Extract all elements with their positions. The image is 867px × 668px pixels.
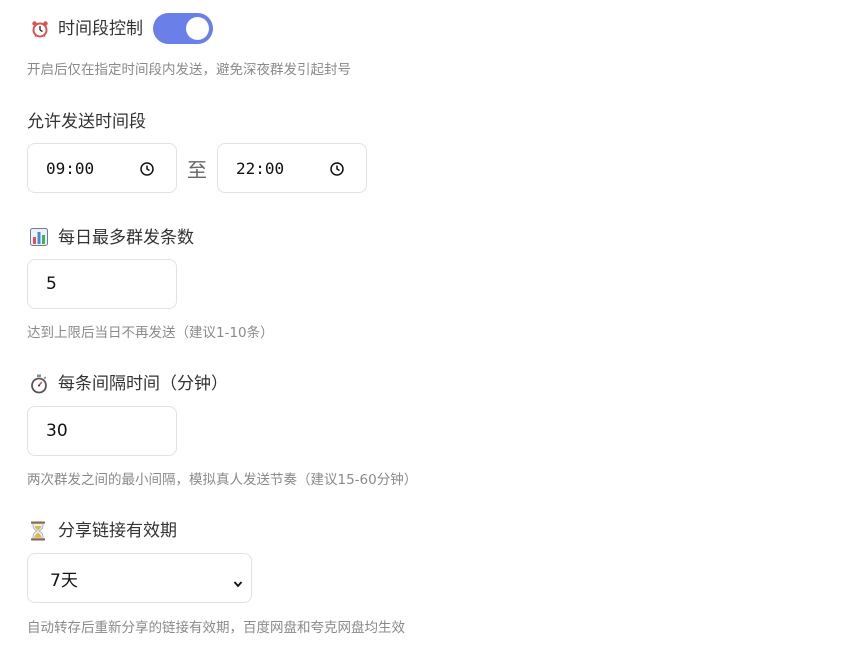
- interval-help: 两次群发之间的最小间隔，模拟真人发送节奏（建议15-60分钟）: [27, 472, 418, 488]
- hourglass-icon: [30, 521, 50, 541]
- daily-limit-label: 每日最多群发条数: [30, 227, 194, 249]
- time-range-separator: 至: [187, 158, 207, 182]
- time-control-title: 时间段控制: [58, 19, 143, 39]
- toggle-knob: [186, 17, 209, 40]
- end-time-value: 22:00: [236, 158, 285, 178]
- daily-limit-title: 每日最多群发条数: [58, 228, 194, 248]
- start-time-value: 09:00: [46, 158, 95, 178]
- interval-label: 每条间隔时间（分钟）: [30, 373, 228, 395]
- end-time-input[interactable]: 22:00: [217, 143, 367, 193]
- interval-title: 每条间隔时间（分钟）: [58, 374, 228, 394]
- share-expiry-label: 分享链接有效期: [30, 520, 177, 542]
- chevron-down-icon: [233, 574, 243, 588]
- clock-icon[interactable]: [140, 161, 154, 176]
- share-expiry-selected: 7天: [50, 570, 78, 591]
- time-control-toggle[interactable]: [153, 13, 213, 44]
- daily-limit-input[interactable]: 5: [27, 259, 177, 309]
- clock-icon[interactable]: [330, 161, 344, 176]
- daily-limit-help: 达到上限后当日不再发送（建议1-10条）: [27, 325, 274, 341]
- time-control-label: 时间段控制: [30, 18, 143, 40]
- time-control-help: 开启后仅在指定时间段内发送，避免深夜群发引起封号: [27, 62, 351, 78]
- share-expiry-select[interactable]: 7天: [27, 553, 252, 603]
- alarm-clock-icon: [30, 19, 50, 39]
- allowed-period-title: 允许发送时间段: [27, 112, 146, 132]
- interval-value: 30: [46, 421, 68, 441]
- stopwatch-icon: [30, 374, 50, 394]
- interval-input[interactable]: 30: [27, 406, 177, 456]
- daily-limit-value: 5: [46, 274, 57, 294]
- start-time-input[interactable]: 09:00: [27, 143, 177, 193]
- bar-chart-icon: [30, 228, 50, 248]
- share-expiry-help: 自动转存后重新分享的链接有效期，百度网盘和夸克网盘均生效: [27, 620, 405, 636]
- share-expiry-title: 分享链接有效期: [58, 521, 177, 541]
